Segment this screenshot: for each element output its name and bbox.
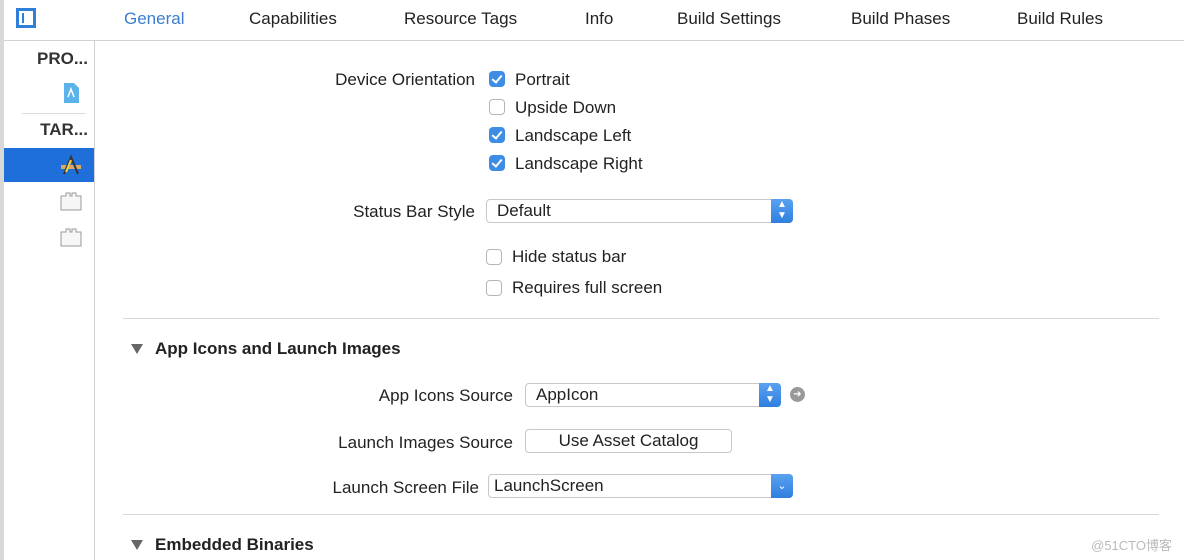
- status-bar-style-value: Default: [497, 201, 551, 220]
- sidebar-item-project[interactable]: [4, 76, 94, 110]
- app-icons-source-select[interactable]: AppIcon ▲ ▼: [525, 383, 781, 407]
- sidebar-item-test-target[interactable]: [4, 184, 94, 218]
- sidebar: PRO... TAR...: [4, 41, 95, 560]
- app-icons-source-value: AppIcon: [536, 385, 599, 404]
- project-header: PRO...: [36, 49, 88, 68]
- portrait-label: Portrait: [515, 70, 570, 89]
- bundle-icon: [60, 192, 82, 211]
- requires-full-screen-checkbox[interactable]: [486, 280, 502, 296]
- upside-down-checkbox[interactable]: [489, 99, 505, 115]
- sidebar-item-ui-test-target[interactable]: [4, 220, 94, 254]
- embedded-binaries-section-header[interactable]: Embedded Binaries: [131, 535, 314, 555]
- upside-down-label: Upside Down: [515, 98, 617, 117]
- launch-screen-file-value: LaunchScreen: [494, 476, 604, 495]
- landscape-right-checkbox[interactable]: [489, 155, 505, 171]
- device-orientation-label: Device Orientation: [335, 70, 475, 89]
- landscape-left-label: Landscape Left: [515, 126, 632, 145]
- landscape-left-checkbox[interactable]: [489, 127, 505, 143]
- status-bar-style-select[interactable]: Default ▲ ▼: [486, 199, 793, 223]
- portrait-checkbox[interactable]: [489, 71, 505, 87]
- launch-screen-file-label: Launch Screen File: [332, 478, 479, 497]
- launch-images-source-label: Launch Images Source: [338, 433, 513, 452]
- tab-bar: General Capabilities Resource Tags Info …: [4, 0, 1184, 41]
- tab-build-settings[interactable]: Build Settings: [677, 9, 781, 29]
- divider: [22, 113, 86, 114]
- tab-capabilities[interactable]: Capabilities: [249, 9, 337, 29]
- watermark: @51CTO博客: [1091, 538, 1172, 553]
- app-target-icon: [61, 154, 81, 175]
- disclosure-triangle-icon[interactable]: [131, 344, 143, 354]
- disclosure-triangle-icon[interactable]: [131, 540, 143, 550]
- use-asset-catalog-button[interactable]: Use Asset Catalog: [525, 429, 732, 453]
- targets-header: TAR...: [40, 120, 88, 139]
- divider: [123, 318, 1159, 319]
- sidebar-item-app-target[interactable]: [4, 148, 94, 182]
- chevron-down-icon[interactable]: ⌄: [771, 474, 793, 498]
- tab-general[interactable]: General: [124, 9, 184, 29]
- launch-screen-file-combo[interactable]: LaunchScreen ⌄: [488, 474, 793, 498]
- updown-chevron-icon: ▲ ▼: [759, 383, 781, 407]
- bundle-icon: [60, 228, 82, 247]
- requires-full-screen-label: Requires full screen: [512, 278, 663, 297]
- app-icons-source-label: App Icons Source: [378, 386, 513, 405]
- project-file-icon: [64, 83, 79, 103]
- sidebar-toggle-icon[interactable]: [16, 8, 36, 28]
- status-bar-style-label: Status Bar Style: [353, 202, 475, 221]
- divider: [123, 514, 1159, 515]
- tab-build-phases[interactable]: Build Phases: [851, 9, 950, 29]
- go-arrow-icon[interactable]: ➜: [790, 387, 805, 402]
- updown-chevron-icon: ▲ ▼: [771, 199, 793, 223]
- hide-status-bar-label: Hide status bar: [512, 247, 627, 266]
- hide-status-bar-checkbox[interactable]: [486, 249, 502, 265]
- tab-info[interactable]: Info: [585, 9, 613, 29]
- tab-build-rules[interactable]: Build Rules: [1017, 9, 1103, 29]
- landscape-right-label: Landscape Right: [515, 154, 643, 173]
- app-icons-section-header[interactable]: App Icons and Launch Images: [131, 339, 401, 359]
- tab-resource-tags[interactable]: Resource Tags: [404, 9, 517, 29]
